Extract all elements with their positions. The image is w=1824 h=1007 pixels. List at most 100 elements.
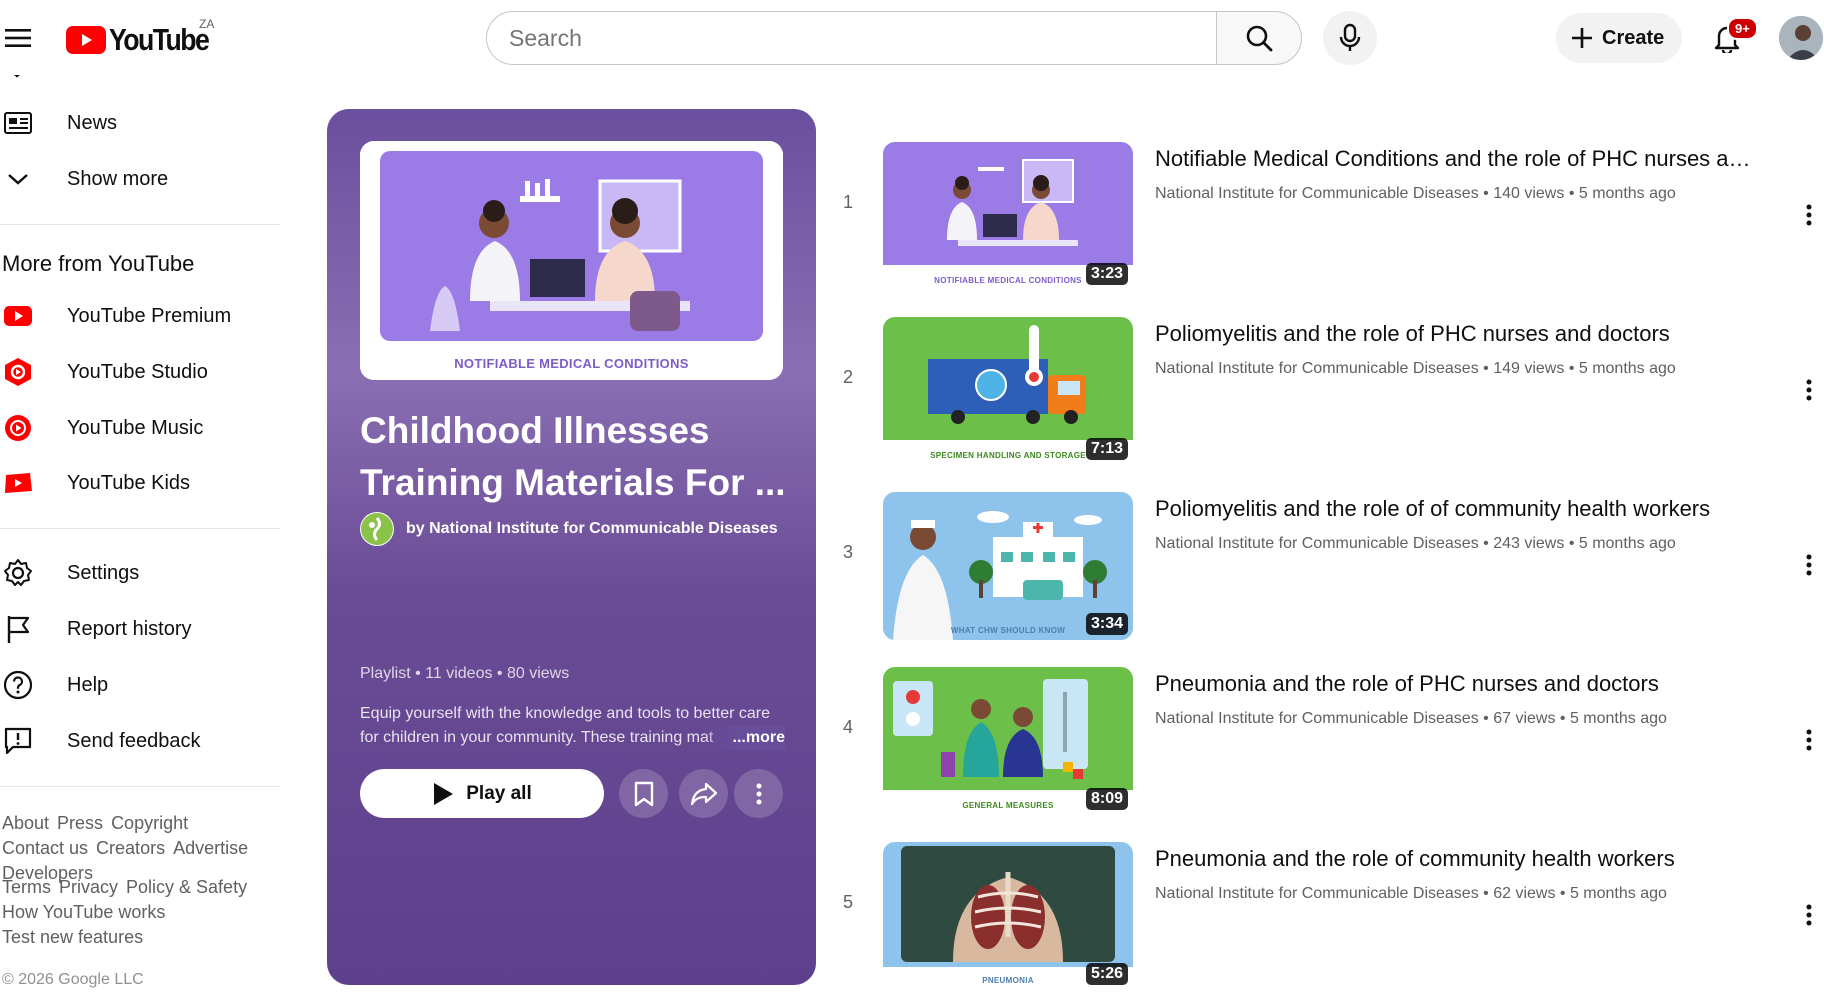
sidebar-item-youtube-music[interactable]: YouTube Music — [0, 403, 280, 453]
video-more-actions-button[interactable] — [1794, 547, 1824, 583]
more-vert-icon — [1806, 554, 1812, 576]
video-meta: National Institute for Communicable Dise… — [1155, 885, 1667, 903]
footer-link-privacy[interactable]: Privacy — [59, 875, 118, 900]
sidebar-item-youtube-kids[interactable]: YouTube Kids — [0, 458, 280, 508]
sidebar-item-label: Report history — [67, 617, 192, 640]
footer-link-policy[interactable]: Policy & Safety — [126, 875, 247, 900]
play-all-button[interactable]: Play all — [360, 769, 604, 818]
playlist-meta: Playlist • 11 videos • 80 views — [360, 665, 570, 682]
playlist-description: Equip yourself with the knowledge and to… — [360, 702, 785, 750]
video-index: 2 — [842, 367, 853, 387]
channel-name[interactable]: by National Institute for Communicable D… — [406, 520, 778, 538]
footer-link-about[interactable]: About — [2, 811, 49, 836]
sidebar-item-news[interactable]: News — [0, 98, 280, 148]
video-views: 62 views — [1493, 885, 1556, 902]
playlist-video-row[interactable]: 3 WHAT CHW SHOULD KNOW 3:34 Poliomyeliti… — [830, 492, 1824, 657]
more-vert-icon — [1806, 904, 1812, 926]
sidebar-item-report-history[interactable]: Report history — [0, 604, 280, 654]
news-icon — [1, 106, 35, 140]
video-title[interactable]: Poliomyelitis and the role of of communi… — [1155, 496, 1755, 522]
video-thumbnail[interactable]: PNEUMONIA 5:26 — [883, 842, 1133, 990]
more-vert-icon — [1806, 729, 1812, 751]
video-title[interactable]: Pneumonia and the role of PHC nurses and… — [1155, 671, 1755, 697]
more-vert-icon — [756, 783, 761, 804]
separator: • — [1559, 710, 1570, 727]
footer-link-how-youtube-works[interactable]: How YouTube works — [2, 900, 165, 925]
footer-link-copyright[interactable]: Copyright — [111, 811, 188, 836]
video-duration: 3:23 — [1085, 263, 1128, 285]
video-views: 67 views — [1493, 710, 1556, 727]
playlist-title-line: Training Materials For ... — [360, 462, 786, 503]
notifications-button[interactable]: 9+ — [1703, 14, 1758, 62]
separator: • — [1568, 360, 1579, 377]
video-thumbnail[interactable]: GENERAL MEASURES 8:09 — [883, 667, 1133, 815]
share-icon — [690, 782, 717, 805]
video-thumbnail[interactable]: SPECIMEN HANDLING AND STORAGE 7:13 — [883, 317, 1133, 465]
video-title[interactable]: Pneumonia and the role of community heal… — [1155, 846, 1755, 872]
avatar[interactable] — [1779, 16, 1823, 60]
separator: • — [1568, 185, 1579, 202]
video-channel[interactable]: National Institute for Communicable Dise… — [1155, 885, 1479, 902]
create-label: Create — [1602, 26, 1665, 49]
help-icon — [1, 668, 35, 702]
playlist-video-row[interactable]: 5 PNEUMONIA 5:26 Pneumonia and the role … — [830, 842, 1824, 1007]
menu-icon[interactable] — [0, 22, 36, 54]
search-icon — [1246, 25, 1273, 52]
video-more-actions-button[interactable] — [1794, 722, 1824, 758]
separator: • — [1568, 535, 1579, 552]
sidebar-item-youtube-premium[interactable]: YouTube Premium — [0, 291, 280, 341]
footer-link-test-features[interactable]: Test new features — [2, 925, 143, 950]
video-duration: 5:26 — [1085, 963, 1128, 985]
playlist-thumbnail[interactable]: NOTIFIABLE MEDICAL CONDITIONS — [360, 141, 783, 380]
video-channel[interactable]: National Institute for Communicable Dise… — [1155, 710, 1479, 727]
video-meta: National Institute for Communicable Dise… — [1155, 360, 1676, 378]
sidebar-item-send-feedback[interactable]: Send feedback — [0, 716, 280, 766]
search-input[interactable] — [486, 11, 1216, 65]
playlist-title: Childhood Illnesses Training Materials F… — [360, 405, 790, 509]
playlist-video-row[interactable]: 4 GENERAL MEASURES 8:09 Pneumonia and th… — [830, 667, 1824, 832]
footer-link-press[interactable]: Press — [57, 811, 103, 836]
separator: • — [1483, 185, 1494, 202]
video-more-actions-button[interactable] — [1794, 372, 1824, 408]
create-button[interactable]: Create — [1556, 13, 1683, 63]
separator: • — [1483, 535, 1494, 552]
video-more-actions-button[interactable] — [1794, 197, 1824, 233]
video-meta: National Institute for Communicable Dise… — [1155, 535, 1676, 553]
playlist-more-actions-button[interactable] — [734, 769, 783, 818]
video-title[interactable]: Notifiable Medical Conditions and the ro… — [1155, 146, 1755, 172]
youtube-music-icon — [1, 411, 35, 445]
video-meta: National Institute for Communicable Dise… — [1155, 710, 1667, 728]
chevron-down-icon — [1, 162, 35, 196]
playlist-video-row[interactable]: 2 SPECIMEN HANDLING AND STORAGE 7:13 Pol… — [830, 317, 1824, 482]
more-vert-icon — [1806, 204, 1812, 226]
video-channel[interactable]: National Institute for Communicable Dise… — [1155, 535, 1479, 552]
video-age: 5 months ago — [1569, 710, 1667, 727]
video-thumbnail[interactable]: NOTIFIABLE MEDICAL CONDITIONS 3:23 — [883, 142, 1133, 290]
sidebar-item-show-more[interactable]: Show more — [0, 154, 280, 204]
share-button[interactable] — [679, 769, 728, 818]
play-all-label: Play all — [466, 782, 532, 804]
sidebar-item-help[interactable]: Help — [0, 660, 280, 710]
playlist-channel[interactable]: by National Institute for Communicable D… — [360, 512, 778, 546]
footer-link-terms[interactable]: Terms — [2, 875, 51, 900]
save-playlist-button[interactable] — [619, 769, 668, 818]
footer-link-creators[interactable]: Creators — [96, 836, 165, 861]
video-index: 5 — [842, 892, 853, 912]
video-title[interactable]: Poliomyelitis and the role of PHC nurses… — [1155, 321, 1755, 347]
footer-link-advertise[interactable]: Advertise — [173, 836, 248, 861]
voice-search-button[interactable] — [1323, 11, 1377, 65]
footer-link-contact[interactable]: Contact us — [2, 836, 88, 861]
video-thumbnail[interactable]: WHAT CHW SHOULD KNOW 3:34 — [883, 492, 1133, 640]
video-views: 140 views — [1493, 185, 1565, 202]
playlist-video-row[interactable]: 1 NOTIFIABLE MEDICAL CONDITIONS 3:23 Not… — [830, 142, 1824, 307]
sidebar-item-youtube-studio[interactable]: YouTube Studio — [0, 347, 280, 397]
more-link[interactable]: ...more — [702, 726, 785, 750]
sidebar-item-label: YouTube Music — [67, 416, 204, 439]
search-button[interactable] — [1216, 11, 1302, 65]
video-channel[interactable]: National Institute for Communicable Dise… — [1155, 185, 1479, 202]
separator: • — [1559, 885, 1570, 902]
video-more-actions-button[interactable] — [1794, 897, 1824, 933]
video-channel[interactable]: National Institute for Communicable Dise… — [1155, 360, 1479, 377]
sidebar-item-settings[interactable]: Settings — [0, 548, 280, 598]
video-views: 149 views — [1493, 360, 1565, 377]
